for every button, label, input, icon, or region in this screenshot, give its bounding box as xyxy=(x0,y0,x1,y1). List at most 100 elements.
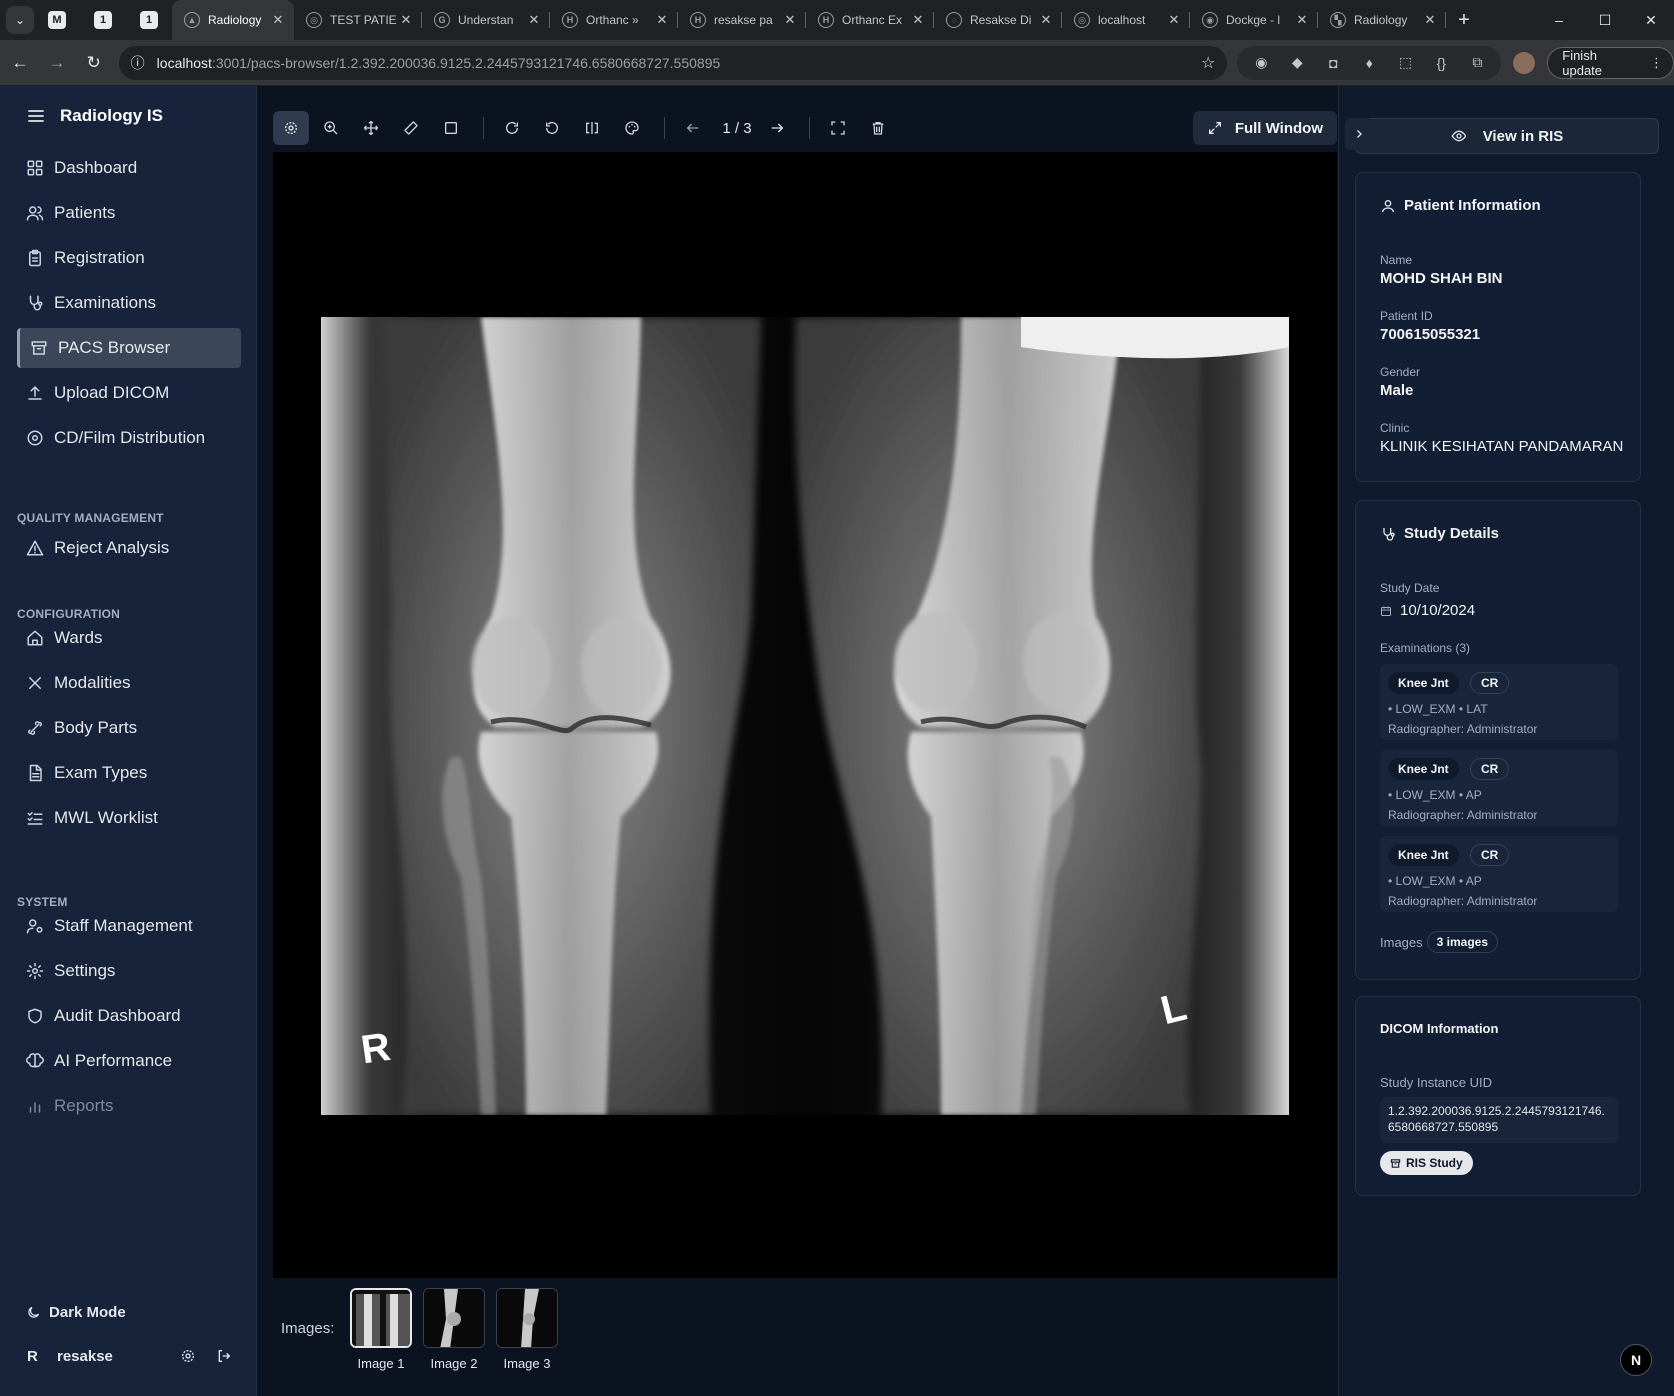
rotate-cw-button[interactable] xyxy=(494,111,530,145)
sidebar-item-examinations[interactable]: Examinations xyxy=(17,283,241,323)
thumbnail-label: Image 1 xyxy=(357,1356,405,1371)
browser-tab[interactable]: ▲ Radiology ✕ xyxy=(172,0,294,40)
sidebar-item-reject-analysis[interactable]: Reject Analysis xyxy=(17,528,241,568)
toolbar-divider xyxy=(483,117,484,139)
tab-close-icon[interactable]: ✕ xyxy=(654,12,670,28)
collapse-panel-button[interactable] xyxy=(1345,118,1373,150)
sidebar-item-body-parts[interactable]: Body Parts xyxy=(17,708,241,748)
pinned-tab-1[interactable]: M xyxy=(34,0,80,40)
tab-close-icon[interactable]: ✕ xyxy=(1166,12,1182,28)
browser-tab[interactable]: ▚ Radiology ✕ xyxy=(1318,0,1446,40)
sidebar-item-upload-dicom[interactable]: Upload DICOM xyxy=(17,373,241,413)
sidebar-item-dashboard[interactable]: Dashboard xyxy=(17,148,241,188)
tab-close-icon[interactable]: ✕ xyxy=(1422,12,1438,28)
settings-tool-button[interactable] xyxy=(273,111,309,145)
profile-avatar[interactable] xyxy=(1513,51,1536,74)
browser-tab[interactable]: G Understan ✕ xyxy=(422,0,550,40)
sidebar-item-exam-types[interactable]: Exam Types xyxy=(17,753,241,793)
nextjs-dev-badge[interactable]: N xyxy=(1620,1344,1652,1376)
sidebar-item-mwl-worklist[interactable]: MWL Worklist xyxy=(17,798,241,838)
extension-braces-icon[interactable]: {} xyxy=(1423,55,1459,71)
full-window-button[interactable]: Full Window xyxy=(1192,111,1337,145)
tab-close-icon[interactable]: ✕ xyxy=(270,12,286,28)
extensions-puzzle-icon[interactable]: ⧉ xyxy=(1459,54,1495,71)
delete-annotations-button[interactable] xyxy=(860,111,896,145)
tab-search-button[interactable]: ⌄ xyxy=(6,6,34,34)
menu-toggle-icon[interactable] xyxy=(28,109,44,123)
dark-mode-toggle[interactable]: Dark Mode xyxy=(26,1304,126,1321)
tab-favicon: H xyxy=(562,12,578,28)
dicom-viewport[interactable]: R L xyxy=(273,152,1337,1278)
bar-chart-icon xyxy=(26,1097,44,1115)
extension-camera-icon[interactable]: ◘ xyxy=(1315,55,1351,71)
browser-tab[interactable]: ◉ Dockge - l ✕ xyxy=(1190,0,1318,40)
extension-glasses-icon[interactable]: ◉ xyxy=(1243,54,1279,71)
extension-shirt-icon[interactable]: ♦ xyxy=(1351,55,1387,71)
rectangle-tool-button[interactable] xyxy=(433,111,469,145)
browser-tab[interactable]: Hresakse pa ✕ xyxy=(678,0,806,40)
sidebar-item-modalities[interactable]: Modalities xyxy=(17,663,241,703)
study-details-title-text: Study Details xyxy=(1404,525,1500,542)
finish-update-button[interactable]: Finish update ⋮ xyxy=(1547,46,1674,79)
logout-icon[interactable] xyxy=(216,1348,232,1364)
tab-close-icon[interactable]: ✕ xyxy=(1038,12,1054,28)
thumbnail-image-1[interactable] xyxy=(350,1288,412,1348)
tab-close-icon[interactable]: ✕ xyxy=(398,12,414,28)
thumbnail-image-3[interactable] xyxy=(496,1288,558,1348)
sidebar-item-patients[interactable]: Patients xyxy=(17,193,241,233)
thumbnail-image-2[interactable] xyxy=(423,1288,485,1348)
minimize-icon[interactable]: – xyxy=(1536,12,1582,29)
tab-close-icon[interactable]: ✕ xyxy=(782,12,798,28)
sidebar-item-cd-film-distribution[interactable]: CD/Film Distribution xyxy=(17,418,241,458)
sidebar-item-registration[interactable]: Registration xyxy=(17,238,241,278)
sidebar-item-pacs-browser[interactable]: PACS Browser xyxy=(17,328,241,368)
flip-button[interactable] xyxy=(574,111,610,145)
brain-icon xyxy=(26,1052,44,1070)
view-in-ris-button[interactable]: View in RIS xyxy=(1355,118,1659,154)
user-settings-icon[interactable] xyxy=(180,1348,196,1364)
sidebar-item-ai-performance[interactable]: AI Performance xyxy=(17,1041,241,1081)
extension-capture-icon[interactable]: ⬚ xyxy=(1387,54,1423,71)
rotate-ccw-button[interactable] xyxy=(534,111,570,145)
fit-screen-button[interactable] xyxy=(820,111,856,145)
browser-tab[interactable]: ◎ localhost ✕ xyxy=(1062,0,1190,40)
eye-icon xyxy=(1451,130,1467,142)
forward-icon[interactable]: → xyxy=(40,46,74,80)
browser-tab[interactable]: H Orthanc » ✕ xyxy=(550,0,678,40)
address-bar[interactable]: ⓘ localhost:3001/pacs-browser/1.2.392.20… xyxy=(118,45,1228,80)
pan-tool-button[interactable] xyxy=(353,111,389,145)
tab-close-icon[interactable]: ✕ xyxy=(1294,12,1310,28)
tab-close-icon[interactable]: ✕ xyxy=(526,12,542,28)
sidebar-item-settings[interactable]: Settings xyxy=(17,951,241,991)
sidebar-item-staff-management[interactable]: Staff Management xyxy=(17,906,241,946)
viewer-toolbar: 1 / 3 Full Window xyxy=(273,104,1337,152)
back-icon[interactable]: ← xyxy=(3,46,37,80)
new-tab-button[interactable]: + xyxy=(1446,9,1482,32)
pinned-tab-3[interactable]: 1 xyxy=(126,0,172,40)
knee-xray-image[interactable]: R L xyxy=(321,317,1289,1115)
trash-icon xyxy=(872,122,884,135)
sidebar-item-audit-dashboard[interactable]: Audit Dashboard xyxy=(17,996,241,1036)
site-info-icon[interactable]: ⓘ xyxy=(131,53,145,73)
invert-palette-button[interactable] xyxy=(614,111,650,145)
measure-tool-button[interactable] xyxy=(393,111,429,145)
pinned-tab-2[interactable]: 1 xyxy=(80,0,126,40)
previous-image-button[interactable] xyxy=(675,111,711,145)
extension-puzzle-blue-icon[interactable]: ◆ xyxy=(1279,54,1315,71)
sidebar-item-wards[interactable]: Wards xyxy=(17,618,241,658)
next-image-button[interactable] xyxy=(759,111,795,145)
reload-icon[interactable]: ↻ xyxy=(77,46,111,80)
browser-tab[interactable]: ◌ Resakse Di ✕ xyxy=(934,0,1062,40)
examination-item: Knee Jnt CR • LOW_EXM • LAT Radiographer: A… xyxy=(1380,664,1618,740)
browser-tab[interactable]: ◎ TEST PATIE ✕ xyxy=(294,0,422,40)
tab-close-icon[interactable]: ✕ xyxy=(910,12,926,28)
sidebar-item-reports[interactable]: Reports xyxy=(17,1086,241,1126)
zoom-tool-button[interactable] xyxy=(313,111,349,145)
maximize-icon[interactable]: ☐ xyxy=(1582,12,1628,29)
bookmark-star-icon[interactable]: ☆ xyxy=(1201,53,1215,73)
close-window-icon[interactable]: ✕ xyxy=(1628,12,1674,29)
browser-tab[interactable]: H Orthanc Ex ✕ xyxy=(806,0,934,40)
image-counter: 1 / 3 xyxy=(722,119,752,137)
zoom-in-icon xyxy=(324,121,338,135)
thumbnail-preview xyxy=(497,1289,557,1347)
